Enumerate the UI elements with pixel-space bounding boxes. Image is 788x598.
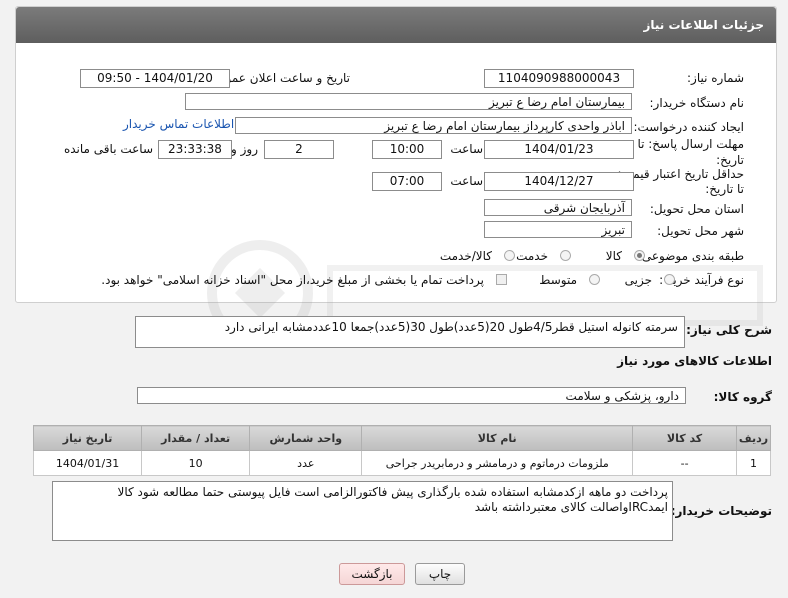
buyer-name-label: نام دستگاه خریدار: (649, 96, 745, 110)
deadline-label: مهلت ارسال پاسخ: تا (637, 137, 744, 151)
province-field: آذربایجان شرقی (484, 199, 632, 216)
treasury-payment-checkbox[interactable] (496, 274, 507, 285)
col-row: ردیف (736, 425, 771, 451)
min-validity-label-date: تا تاریخ: (705, 182, 744, 196)
cell-name: ملزومات درماتوم و درمامشر و درمابریدر جر… (361, 450, 634, 476)
category-radio-goods[interactable] (634, 250, 645, 261)
category-radio-service[interactable] (560, 250, 571, 261)
panel-header: جزئیات اطلاعات نیاز (16, 7, 776, 43)
creator-field: اباذر واحدی کارپرداز بیمارستان امام رضا … (235, 117, 632, 134)
cell-unit: عدد (249, 450, 363, 476)
page-title: جزئیات اطلاعات نیاز (643, 18, 764, 32)
deadline-time-label: ساعت (450, 142, 483, 156)
col-name: نام کالا (361, 425, 634, 451)
category-option-service: خدمت (516, 249, 548, 263)
category-label: طبقه بندی موضوعی: (637, 249, 744, 263)
validity-date-field: 1404/12/27 (484, 172, 634, 191)
remaining-time-field: 23:33:38 (158, 140, 232, 159)
cell-date: 1404/01/31 (32, 450, 143, 476)
city-label: شهر محل تحویل: (657, 224, 744, 238)
process-radio-medium[interactable] (589, 274, 600, 285)
buyer-notes-line-2: ایمدIRCواصالت کالای معتبرداشته باشد (474, 500, 668, 514)
deadline-date-field: 1404/01/23 (484, 140, 634, 159)
deadline-label-date: تاریخ: (716, 153, 744, 167)
goods-table: ردیف کد کالا نام کالا واحد شمارش تعداد /… (32, 425, 771, 476)
validity-time-label: ساعت (450, 174, 483, 188)
buyer-notes-textarea[interactable]: پرداخت دو ماهه ازکدمشابه استفاده شده بار… (52, 481, 673, 541)
need-summary-label: شرح کلی نیاز: (686, 323, 772, 337)
col-qty: تعداد / مقدار (141, 425, 251, 451)
deadline-time-field: 10:00 (372, 140, 442, 159)
col-date: تاریخ نیاز (32, 425, 143, 451)
need-summary-text: سرمته کانوله استیل قطر4/5طول 20(5عدد)طول… (224, 320, 678, 334)
col-code: کد کالا (632, 425, 738, 451)
validity-time-field: 07:00 (372, 172, 442, 191)
remaining-time-label: ساعت باقی مانده (63, 142, 153, 156)
goods-group-field: دارو، پزشکی و سلامت (137, 387, 686, 404)
goods-group-label: گروه کالا: (713, 390, 772, 404)
category-option-goods: کالا (605, 249, 622, 263)
buyer-notes-line-1: پرداخت دو ماهه ازکدمشابه استفاده شده بار… (117, 485, 668, 499)
days-label: روز و (231, 142, 258, 156)
back-button[interactable]: بازگشت (339, 563, 405, 585)
need-number-label: شماره نیاز: (687, 71, 744, 85)
goods-section-title: اطلاعات کالاهای مورد نیاز (617, 354, 772, 368)
min-validity-label: حداقل تاریخ اعتبار قیمت: (617, 167, 744, 181)
cell-code: -- (632, 450, 738, 476)
category-option-goods-service: کالا/خدمت (439, 249, 492, 263)
treasury-payment-note: پرداخت تمام یا بخشی از مبلغ خرید،از محل … (101, 273, 484, 287)
print-button[interactable]: چاپ (415, 563, 465, 585)
process-option-minor: جزیی (624, 273, 652, 287)
cell-row: 1 (736, 450, 771, 476)
creator-label: ایجاد کننده درخواست: (633, 120, 744, 134)
buyer-name-field: بیمارستان امام رضا ع تبریز (185, 93, 632, 110)
cell-qty: 10 (141, 450, 251, 476)
col-unit: واحد شمارش (249, 425, 363, 451)
province-label: استان محل تحویل: (649, 202, 744, 216)
city-field: تبریز (484, 221, 632, 238)
category-radio-goods-service[interactable] (504, 250, 515, 261)
goods-table-header: ردیف کد کالا نام کالا واحد شمارش تعداد /… (32, 425, 771, 451)
need-summary-textarea[interactable]: سرمته کانوله استیل قطر4/5طول 20(5عدد)طول… (135, 316, 685, 348)
process-option-medium: متوسط (539, 273, 577, 287)
process-radio-minor[interactable] (664, 274, 675, 285)
buyer-contact-link[interactable]: اطلاعات تماس خریدار (123, 117, 234, 131)
days-remaining-field: 2 (264, 140, 334, 159)
need-number-field: 1104090988000043 (484, 69, 634, 88)
announce-date-field: 1404/01/20 - 09:50 (80, 69, 230, 88)
table-row: 1 -- ملزومات درماتوم و درمامشر و درمابری… (32, 450, 771, 476)
buyer-notes-label: توضیحات خریدار: (670, 504, 772, 518)
